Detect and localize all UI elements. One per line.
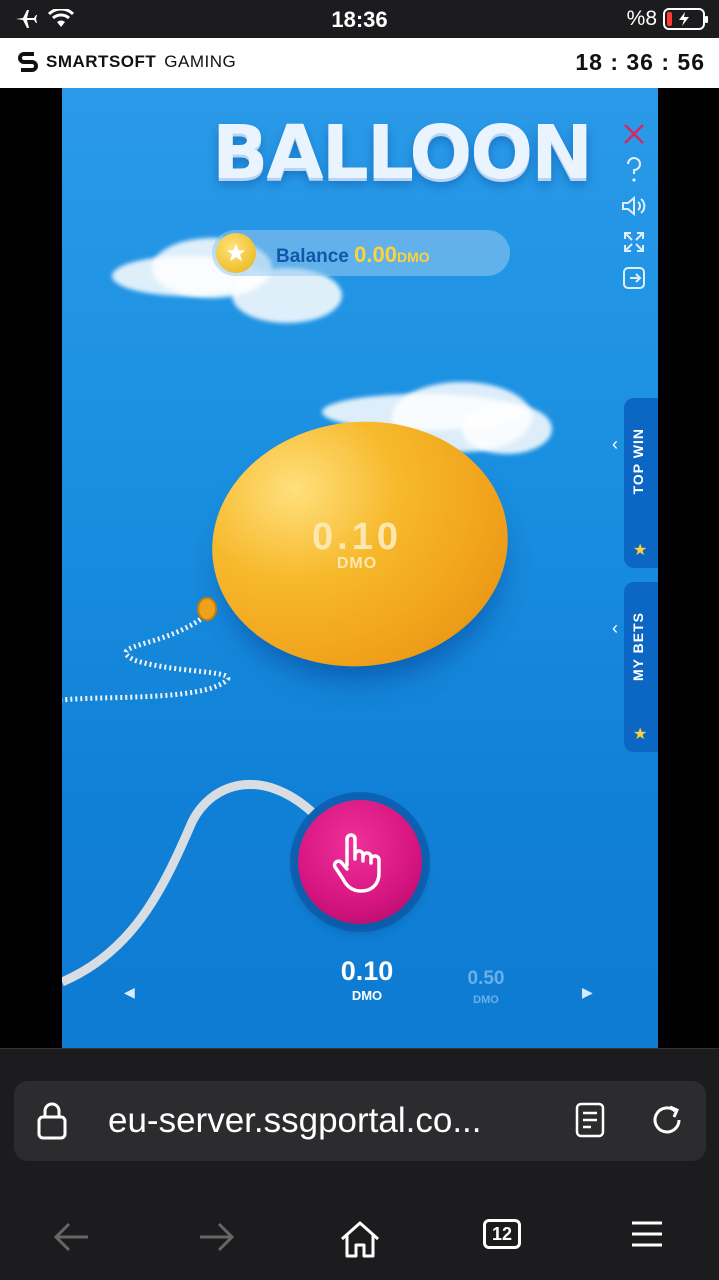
cloud <box>232 268 342 323</box>
provider-bar: SMARTSOFT GAMING 18 : 36 : 56 <box>0 38 719 88</box>
tab-my-bets-label: MY BETS <box>630 612 646 681</box>
balance-unit: DMO <box>396 249 430 265</box>
fullscreen-icon[interactable] <box>618 228 650 256</box>
chevron-left-icon: ‹ <box>612 434 618 454</box>
letterbox-right <box>658 88 719 1048</box>
tab-top-win-label: TOP WIN <box>630 428 646 495</box>
chevron-left-icon: ‹ <box>612 618 618 638</box>
bet-unit: DMO <box>351 988 383 1003</box>
bet-option[interactable]: 0.50 DMO <box>454 968 518 1008</box>
bet-prev-arrow[interactable]: ◀ <box>124 984 135 1001</box>
game-canvas[interactable]: BALLOON Balance 0.00DMO ‹ TOP WIN ★ ‹ MY… <box>62 88 658 1048</box>
browser-chrome: eu-server.ssgportal.co... 12 <box>0 1048 719 1280</box>
tab-count-button[interactable]: 12 <box>483 1219 521 1249</box>
status-time: 18:36 <box>331 7 388 32</box>
tab-top-win[interactable]: ‹ TOP WIN ★ <box>612 398 658 568</box>
game-controls <box>618 120 650 292</box>
exit-icon[interactable] <box>618 264 650 292</box>
close-icon[interactable] <box>618 120 650 148</box>
back-arrow-icon[interactable] <box>52 1219 92 1260</box>
pump-button[interactable] <box>298 800 422 924</box>
bet-amount: 0.50 <box>467 968 505 989</box>
game-title: BALLOON <box>212 110 593 196</box>
smartsoft-logo-icon <box>18 52 38 72</box>
reader-mode-icon[interactable] <box>574 1101 606 1144</box>
menu-icon[interactable] <box>630 1219 664 1254</box>
star-icon: ★ <box>633 542 648 559</box>
forward-arrow-icon[interactable] <box>196 1219 236 1260</box>
battery-icon <box>663 8 708 30</box>
bet-unit: DMO <box>473 994 499 1006</box>
browser-nav: 12 <box>0 1219 719 1259</box>
letterbox-left <box>0 88 62 1048</box>
balloon-unit: DMO <box>336 555 378 572</box>
lock-icon <box>36 1101 68 1146</box>
bet-amount: 0.10 <box>340 956 394 986</box>
help-icon[interactable] <box>618 156 650 184</box>
pump-hose <box>62 780 316 987</box>
provider-clock: 18 : 36 : 56 <box>575 49 705 75</box>
address-bar[interactable]: eu-server.ssgportal.co... <box>14 1081 706 1161</box>
status-bar: 18:36 %8 <box>0 0 719 38</box>
brand-light: GAMING <box>164 52 237 71</box>
brand-bold: SMARTSOFT <box>46 52 157 71</box>
balance-label: Balance <box>276 246 349 267</box>
hand-pointer-icon <box>332 833 381 893</box>
sound-icon[interactable] <box>618 192 650 220</box>
balance-amount: 0.00 <box>354 242 397 267</box>
bet-option-selected[interactable]: 0.10 DMO <box>322 956 412 1005</box>
star-coin-icon <box>216 233 256 273</box>
battery-percent: %8 <box>626 7 657 30</box>
balloon-amount: 0.10 <box>312 516 402 558</box>
tab-my-bets[interactable]: ‹ MY BETS ★ <box>612 582 658 752</box>
home-icon[interactable] <box>338 1219 382 1264</box>
balloon-knot <box>197 597 217 621</box>
url-text[interactable]: eu-server.ssgportal.co... <box>108 1101 482 1141</box>
balloon-value: 0.10 DMO <box>212 516 502 573</box>
reload-icon[interactable] <box>648 1101 686 1144</box>
star-icon: ★ <box>633 726 648 743</box>
bet-next-arrow[interactable]: ▶ <box>582 984 593 1001</box>
smartsoft-logo: SMARTSOFT GAMING <box>18 51 236 73</box>
cloud <box>462 404 552 454</box>
balance-pill: Balance 0.00DMO <box>212 230 510 276</box>
